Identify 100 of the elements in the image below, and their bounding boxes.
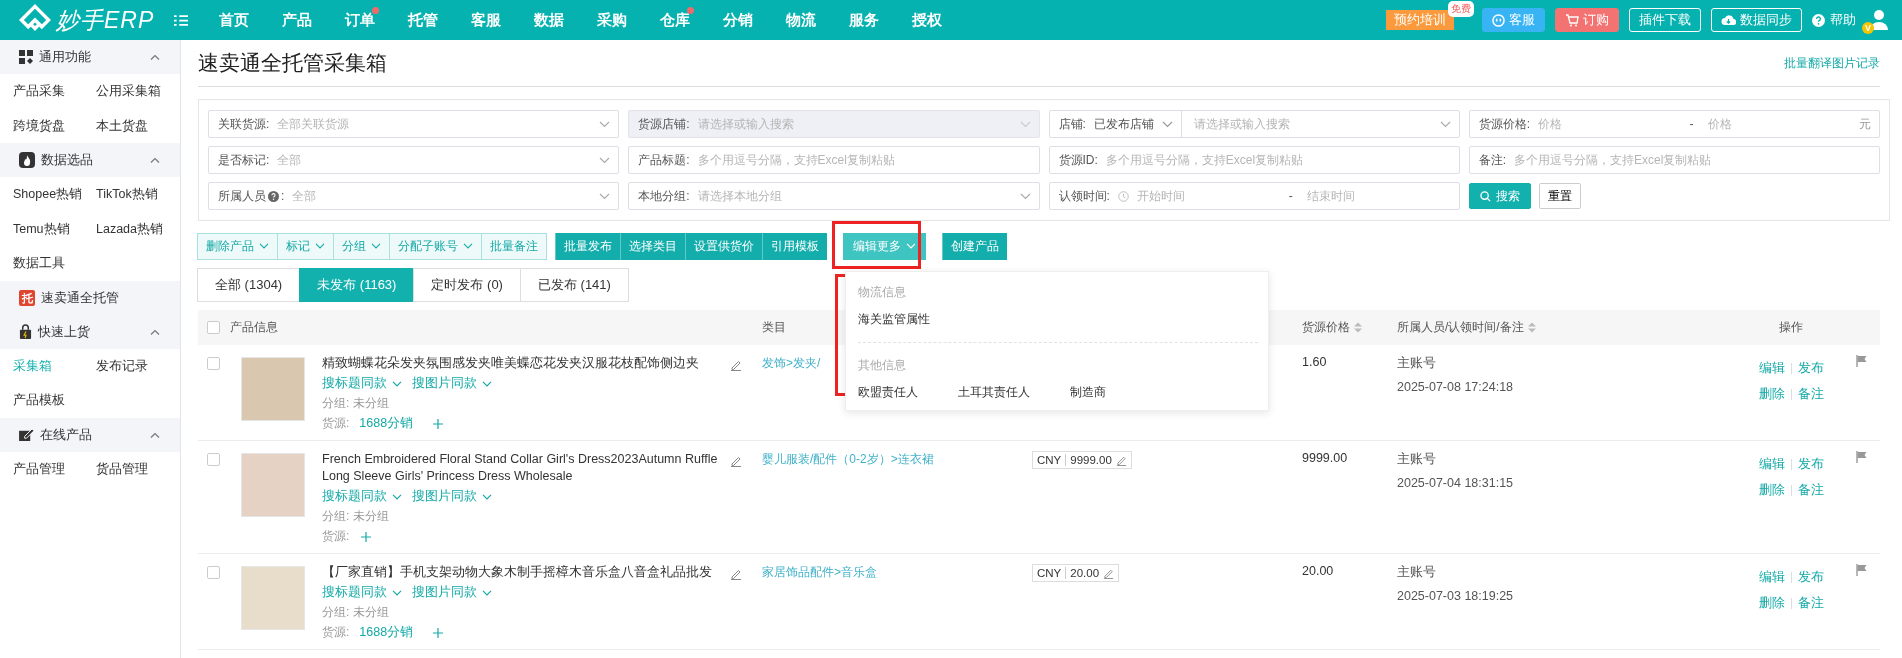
toolbar-button[interactable]: 设置供货价 (685, 232, 762, 260)
source-link[interactable]: 1688分销 (359, 415, 414, 432)
sidebar-item[interactable]: Shopee热销 (13, 177, 96, 212)
pencil-icon[interactable] (730, 455, 742, 467)
select-field[interactable]: 是否标记: 全部 (208, 146, 620, 174)
nav-link[interactable]: 授权 (895, 10, 958, 30)
sidebar-item[interactable]: 发布记录 (96, 348, 186, 383)
sidebar-item[interactable]: 本土货盘 (96, 108, 186, 143)
menu-item[interactable]: 制造商 (1070, 383, 1106, 401)
text-input-field[interactable]: 产品标题: 多个用逗号分隔，支持Excel复制粘贴 (628, 146, 1040, 174)
sidebar-item[interactable]: Lazada热销 (96, 211, 186, 246)
price-range-field[interactable]: 货源价格: 价格 - 价格 元 (1468, 110, 1880, 138)
text-input-field[interactable]: 备注: 多个用逗号分隔，支持Excel复制粘贴 (1468, 146, 1880, 174)
edit-more-button[interactable]: 编辑更多 (843, 232, 926, 260)
price-tag[interactable]: CNY 9999.00 (1032, 451, 1132, 469)
search-button[interactable]: 搜索 (1468, 183, 1531, 209)
order-button[interactable]: 订购 (1555, 8, 1619, 32)
menu-item[interactable]: 土耳其责任人 (958, 383, 1030, 401)
row-action-link[interactable]: 备注 (1797, 482, 1824, 499)
nav-link[interactable]: 仓库 (643, 10, 706, 30)
plugin-download-button[interactable]: 插件下载 (1629, 8, 1701, 32)
sidebar-item[interactable]: 产品模板 (13, 383, 96, 418)
sidebar-section-header[interactable]: 在线产品 (0, 417, 180, 452)
select-all-checkbox[interactable] (207, 321, 220, 334)
row-action-link[interactable]: 备注 (1797, 595, 1824, 612)
nav-link[interactable]: 订单 (328, 10, 391, 30)
date-range-field[interactable]: 认领时间: 开始时间 - 结束时间 (1048, 182, 1460, 210)
nav-link[interactable]: 托管 (391, 10, 454, 30)
sidebar-item[interactable]: 跨境货盘 (13, 108, 96, 143)
menu-item[interactable]: 欧盟责任人 (858, 383, 918, 401)
row-action-link[interactable]: 删除 (1758, 386, 1785, 403)
search-similar-link[interactable]: 搜标题同款 (322, 584, 402, 601)
nav-link[interactable]: 服务 (832, 10, 895, 30)
toolbar-button[interactable]: 删除产品 (197, 232, 278, 260)
sidebar-section-header[interactable]: 数据选品 (0, 143, 180, 177)
sidebar-item[interactable]: 产品采集 (13, 74, 96, 109)
sidebar-item[interactable]: 数据工具 (13, 246, 96, 281)
add-icon[interactable] (361, 531, 372, 542)
category-link[interactable]: 家居饰品配件>音乐盒 (762, 564, 1032, 581)
menu-item[interactable]: 海关监管属性 (858, 310, 930, 328)
search-similar-link[interactable]: 搜图片同款 (412, 375, 492, 392)
toolbar-button[interactable]: 选择类目 (620, 232, 685, 260)
customer-service-button[interactable]: 客服 (1482, 8, 1545, 32)
chevron-up-icon[interactable] (150, 157, 160, 163)
toolbar-button[interactable]: 引用模板 (762, 232, 827, 260)
row-checkbox[interactable] (207, 453, 220, 466)
select-field[interactable]: 所属人员 : 全部 (208, 182, 620, 210)
row-checkbox[interactable] (207, 357, 220, 370)
column-header[interactable]: 货源价格 (1302, 319, 1397, 336)
row-action-link[interactable]: 发布 (1797, 456, 1824, 473)
nav-link[interactable]: 数据 (517, 10, 580, 30)
column-header[interactable]: 所属人员/认领时间/备注 (1397, 319, 1726, 336)
row-action-link[interactable]: 编辑 (1758, 456, 1785, 473)
search-similar-link[interactable]: 搜标题同款 (322, 375, 402, 392)
row-action-link[interactable]: 删除 (1758, 595, 1785, 612)
nav-link[interactable]: 采购 (580, 10, 643, 30)
status-tab[interactable]: 已发布 (141) (519, 268, 629, 302)
nav-link[interactable]: 分销 (706, 10, 769, 30)
search-similar-link[interactable]: 搜图片同款 (412, 584, 492, 601)
reset-button[interactable]: 重置 (1538, 183, 1581, 209)
status-tab[interactable]: 未发布 (1163) (299, 268, 415, 302)
row-checkbox[interactable] (207, 566, 220, 579)
training-button[interactable]: 预约培训 (1386, 10, 1454, 30)
search-similar-link[interactable]: 搜标题同款 (322, 488, 402, 505)
pencil-icon[interactable] (730, 568, 742, 580)
chevron-up-icon[interactable] (150, 431, 160, 438)
sidebar-section-header[interactable]: 通用功能 (0, 40, 180, 74)
toolbar-button[interactable]: 分组 (333, 232, 390, 260)
status-tab[interactable]: 定时发布 (0) (413, 268, 521, 302)
toolbar-button[interactable]: 创建产品 (942, 232, 1007, 260)
nav-link[interactable]: 产品 (265, 10, 328, 30)
row-action-link[interactable]: 发布 (1797, 569, 1824, 586)
sidebar-item[interactable]: 产品管理 (13, 451, 96, 486)
price-tag[interactable]: CNY 20.00 (1032, 564, 1120, 582)
pencil-icon[interactable] (1115, 454, 1127, 466)
toolbar-button[interactable]: 批量备注 (481, 232, 547, 260)
row-action-link[interactable]: 编辑 (1758, 360, 1785, 377)
sidebar-item[interactable]: TikTok热销 (96, 177, 186, 212)
sidebar-item[interactable]: Temu热销 (13, 211, 96, 246)
translation-records-link[interactable]: 批量翻译图片记录 (1784, 54, 1880, 72)
toolbar-button[interactable]: 分配子账号 (389, 232, 482, 260)
nav-link[interactable]: 物流 (769, 10, 832, 30)
sort-icon[interactable] (1354, 322, 1362, 333)
sidebar-item[interactable]: 采集箱 (13, 348, 96, 383)
sidebar-link[interactable]: 托 速卖通全托管 (0, 280, 180, 315)
select-field[interactable]: 本地分组: 请选择本地分组 (628, 182, 1040, 210)
status-tab[interactable]: 全部 (1304) (197, 268, 301, 302)
nav-link[interactable]: 客服 (454, 10, 517, 30)
sidebar-item[interactable]: 公用采集箱 (96, 74, 186, 109)
category-link[interactable]: 婴儿服装/配件（0-2岁）>连衣裙 (762, 451, 1032, 468)
chevron-up-icon[interactable] (150, 54, 160, 60)
row-action-link[interactable]: 备注 (1797, 386, 1824, 403)
search-similar-link[interactable]: 搜图片同款 (412, 488, 492, 505)
menu-icon[interactable] (174, 14, 188, 26)
sidebar-item[interactable]: 货品管理 (96, 451, 186, 486)
text-input-field[interactable]: 货源ID: 多个用逗号分隔，支持Excel复制粘贴 (1048, 146, 1460, 174)
help-link[interactable]: 帮助 (1812, 11, 1856, 29)
flag-icon[interactable] (1856, 355, 1867, 367)
sort-icon[interactable] (1527, 322, 1536, 333)
pencil-icon[interactable] (1103, 567, 1115, 579)
